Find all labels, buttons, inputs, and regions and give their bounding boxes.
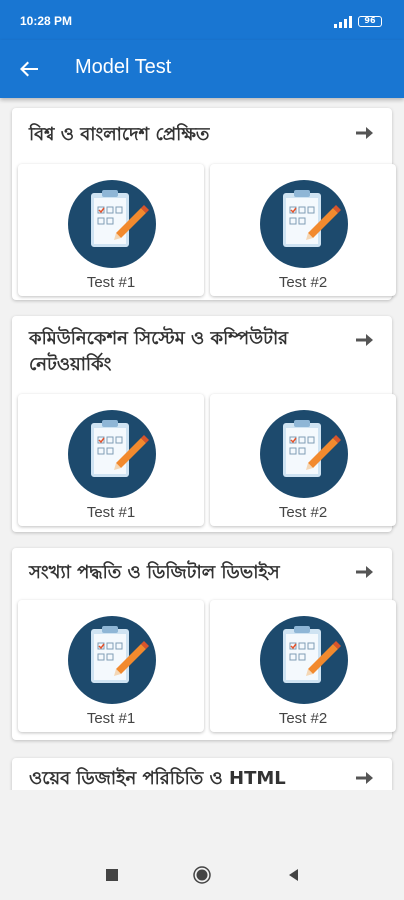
section-card: বিশ্ব ও বাংলাদেশ প্রেক্ষিত Test #1 Test … bbox=[12, 108, 396, 300]
test-label: Test #2 bbox=[278, 274, 328, 291]
arrow-back-icon[interactable] bbox=[14, 54, 44, 84]
clipboard-checklist-icon bbox=[67, 615, 157, 705]
square-recents-icon[interactable] bbox=[104, 867, 120, 883]
section-header[interactable]: ওয়েব ডিজাইন পরিচিতি ও HTML bbox=[12, 758, 392, 790]
test-label: Test #1 bbox=[86, 710, 136, 727]
section-header[interactable]: সংখ্যা পদ্ধতি ও ডিজিটাল ডিভাইস bbox=[12, 548, 392, 598]
section-title: বিশ্ব ও বাংলাদেশ প্রেক্ষিত bbox=[29, 124, 210, 145]
test-tile[interactable]: Test #1 bbox=[18, 394, 204, 526]
section-header[interactable]: বিশ্ব ও বাংলাদেশ প্রেক্ষিত bbox=[12, 108, 392, 158]
app-bar: Model Test bbox=[0, 40, 404, 98]
section-card: ওয়েব ডিজাইন পরিচিতি ও HTML bbox=[12, 758, 392, 790]
status-bar: 10:28 PM 96 bbox=[0, 0, 404, 40]
triangle-back-icon[interactable] bbox=[286, 867, 302, 883]
test-label: Test #2 bbox=[278, 504, 328, 521]
test-tile[interactable]: Test #1 bbox=[18, 164, 204, 296]
test-label: Test #1 bbox=[86, 504, 136, 521]
section-title: কমিউনিকেশন সিস্টেম ও কম্পিউটার নেটওয়ার্… bbox=[29, 328, 289, 375]
section-card: সংখ্যা পদ্ধতি ও ডিজিটাল ডিভাইস Test #1 T… bbox=[12, 548, 396, 740]
section-list[interactable]: বিশ্ব ও বাংলাদেশ প্রেক্ষিত Test #1 Test … bbox=[0, 98, 404, 790]
section-header[interactable]: কমিউনিকেশন সিস্টেম ও কম্পিউটার নেটওয়ার্… bbox=[12, 316, 392, 390]
battery-level: 96 bbox=[364, 16, 376, 25]
section-title: ওয়েব ডিজাইন পরিচিতি ও HTML bbox=[29, 768, 286, 789]
arrow-forward-icon[interactable] bbox=[354, 768, 374, 788]
test-label: Test #1 bbox=[86, 274, 136, 291]
clipboard-checklist-icon bbox=[259, 615, 349, 705]
battery-icon: 96 bbox=[358, 16, 382, 27]
section-title: সংখ্যা পদ্ধতি ও ডিজিটাল ডিভাইস bbox=[29, 562, 280, 583]
clipboard-checklist-icon bbox=[259, 409, 349, 499]
test-tile[interactable]: Test #2 bbox=[210, 164, 396, 296]
arrow-forward-icon[interactable] bbox=[354, 562, 374, 582]
circle-home-icon[interactable] bbox=[193, 866, 211, 884]
page-title: Model Test bbox=[75, 56, 172, 78]
signal-icon bbox=[334, 16, 352, 28]
arrow-forward-icon[interactable] bbox=[354, 330, 374, 350]
test-tile[interactable]: Test #1 bbox=[18, 600, 204, 732]
clipboard-checklist-icon bbox=[67, 179, 157, 269]
status-time: 10:28 PM bbox=[20, 14, 73, 28]
clipboard-checklist-icon bbox=[259, 179, 349, 269]
system-nav-bar bbox=[0, 850, 404, 900]
test-label: Test #2 bbox=[278, 710, 328, 727]
clipboard-checklist-icon bbox=[67, 409, 157, 499]
section-card: কমিউনিকেশন সিস্টেম ও কম্পিউটার নেটওয়ার্… bbox=[12, 316, 396, 532]
arrow-forward-icon[interactable] bbox=[354, 123, 374, 143]
test-tile[interactable]: Test #2 bbox=[210, 394, 396, 526]
test-tile[interactable]: Test #2 bbox=[210, 600, 396, 732]
